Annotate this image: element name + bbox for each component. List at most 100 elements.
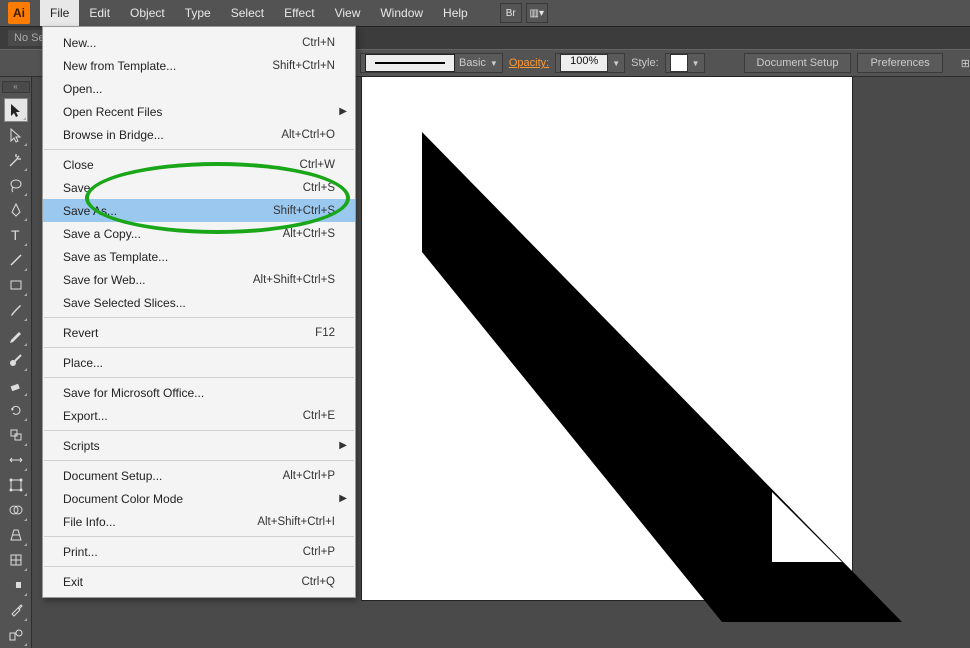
menu-cmd-label: Place... bbox=[63, 356, 103, 370]
menu-item-window[interactable]: Window bbox=[370, 0, 433, 26]
style-combo[interactable]: ▼ bbox=[665, 53, 705, 73]
stroke-style-label: Basic bbox=[459, 57, 486, 69]
menu-item-type[interactable]: Type bbox=[175, 0, 221, 26]
menu-cmd-save-as[interactable]: Save As...Shift+Ctrl+S bbox=[43, 199, 355, 222]
tool-pen[interactable] bbox=[4, 198, 28, 222]
tool-blob-brush[interactable] bbox=[4, 348, 28, 372]
tool-paintbrush[interactable] bbox=[4, 298, 28, 322]
menu-cmd-shortcut: F12 bbox=[315, 327, 335, 339]
bridge-button[interactable]: Br bbox=[500, 3, 522, 23]
menu-cmd-shortcut: Ctrl+Q bbox=[301, 576, 335, 588]
tool-mesh[interactable] bbox=[4, 548, 28, 572]
menu-cmd-save-as-template[interactable]: Save as Template... bbox=[43, 245, 355, 268]
preferences-button[interactable]: Preferences bbox=[857, 53, 942, 73]
menu-cmd-browse-in-bridge[interactable]: Browse in Bridge... Alt+Ctrl+O bbox=[43, 123, 355, 146]
menu-separator bbox=[44, 536, 354, 537]
menu-cmd-new-from-template[interactable]: New from Template...Shift+Ctrl+N bbox=[43, 54, 355, 77]
menu-cmd-close[interactable]: CloseCtrl+W bbox=[43, 153, 355, 176]
menu-cmd-scripts[interactable]: Scripts▶ bbox=[43, 434, 355, 457]
menu-cmd-label: Document Setup... bbox=[63, 469, 162, 483]
menu-cmd-shortcut: Ctrl+W bbox=[300, 159, 335, 171]
svg-text:T: T bbox=[11, 227, 20, 243]
menu-cmd-label: Save as Template... bbox=[63, 250, 168, 264]
menu-cmd-revert[interactable]: RevertF12 bbox=[43, 321, 355, 344]
menu-cmd-shortcut: Alt+Ctrl+O bbox=[281, 129, 335, 141]
tool-free-transform[interactable] bbox=[4, 473, 28, 497]
menu-cmd-label: Browse in Bridge... bbox=[63, 128, 164, 142]
stroke-style-combo[interactable]: Basic ▼ bbox=[360, 53, 503, 73]
tool-rotate[interactable] bbox=[4, 398, 28, 422]
menu-cmd-place[interactable]: Place... bbox=[43, 351, 355, 374]
menu-separator bbox=[44, 149, 354, 150]
menu-cmd-save-for-web[interactable]: Save for Web...Alt+Shift+Ctrl+S bbox=[43, 268, 355, 291]
menu-item-select[interactable]: Select bbox=[221, 0, 274, 26]
menu-cmd-label: Save for Web... bbox=[63, 273, 145, 287]
chevron-down-icon: ▼ bbox=[612, 59, 620, 68]
menu-separator bbox=[44, 430, 354, 431]
menu-cmd-save-a-copy[interactable]: Save a Copy...Alt+Ctrl+S bbox=[43, 222, 355, 245]
menu-cmd-open-recent-files[interactable]: Open Recent Files▶ bbox=[43, 100, 355, 123]
document-setup-button[interactable]: Document Setup bbox=[744, 53, 852, 73]
menu-cmd-open[interactable]: Open... bbox=[43, 77, 355, 100]
submenu-arrow-icon: ▶ bbox=[339, 493, 347, 504]
chevron-down-icon: ▼ bbox=[692, 59, 700, 68]
menu-cmd-document-setup[interactable]: Document Setup...Alt+Ctrl+P bbox=[43, 464, 355, 487]
menu-cmd-shortcut: Ctrl+N bbox=[302, 37, 335, 49]
menu-cmd-label: Document Color Mode bbox=[63, 492, 183, 506]
tool-eraser[interactable] bbox=[4, 373, 28, 397]
menu-cmd-print[interactable]: Print... Ctrl+P bbox=[43, 540, 355, 563]
menu-cmd-label: Print... bbox=[63, 545, 98, 559]
tool-magic-wand[interactable] bbox=[4, 148, 28, 172]
menu-cmd-label: New... bbox=[63, 36, 96, 50]
menu-cmd-shortcut: Alt+Shift+Ctrl+I bbox=[257, 516, 335, 528]
tool-gradient[interactable] bbox=[4, 573, 28, 597]
menu-cmd-exit[interactable]: Exit Ctrl+Q bbox=[43, 570, 355, 593]
tool-lasso[interactable] bbox=[4, 173, 28, 197]
tool-shape-builder[interactable] bbox=[4, 498, 28, 522]
menu-cmd-document-color-mode[interactable]: Document Color Mode ▶ bbox=[43, 487, 355, 510]
align-button[interactable]: ⊞ bbox=[961, 57, 970, 70]
menu-item-file[interactable]: File bbox=[40, 0, 79, 26]
menu-cmd-label: Save a Copy... bbox=[63, 227, 141, 241]
opacity-combo[interactable]: 100% ▼ bbox=[555, 53, 625, 73]
menu-item-help[interactable]: Help bbox=[433, 0, 478, 26]
layout-button[interactable]: ▥▾ bbox=[526, 3, 548, 23]
artwork-triangle bbox=[422, 132, 902, 622]
toolbox-toggle[interactable]: « bbox=[2, 81, 30, 93]
tool-pencil[interactable] bbox=[4, 323, 28, 347]
tool-type[interactable]: T bbox=[4, 223, 28, 247]
menu-cmd-save-selected-slices[interactable]: Save Selected Slices... bbox=[43, 291, 355, 314]
menu-cmd-shortcut: Ctrl+P bbox=[303, 546, 335, 558]
menu-item-view[interactable]: View bbox=[325, 0, 371, 26]
menu-separator bbox=[44, 566, 354, 567]
style-swatch bbox=[670, 54, 688, 72]
menu-item-effect[interactable]: Effect bbox=[274, 0, 324, 26]
style-label: Style: bbox=[631, 57, 659, 69]
menu-cmd-file-info[interactable]: File Info... Alt+Shift+Ctrl+I bbox=[43, 510, 355, 533]
menu-cmd-label: New from Template... bbox=[63, 59, 176, 73]
menu-cmd-label: Exit bbox=[63, 575, 83, 589]
menu-separator bbox=[44, 460, 354, 461]
menu-cmd-save[interactable]: Save Ctrl+S bbox=[43, 176, 355, 199]
menu-cmd-export[interactable]: Export...Ctrl+E bbox=[43, 404, 355, 427]
submenu-arrow-icon: ▶ bbox=[339, 440, 347, 451]
opacity-label[interactable]: Opacity: bbox=[509, 57, 549, 69]
tool-direct-selection[interactable] bbox=[4, 123, 28, 147]
tool-selection[interactable] bbox=[4, 98, 28, 122]
menu-item-edit[interactable]: Edit bbox=[79, 0, 120, 26]
tool-eyedropper[interactable] bbox=[4, 598, 28, 622]
tool-rectangle[interactable] bbox=[4, 273, 28, 297]
tool-width[interactable] bbox=[4, 448, 28, 472]
menu-cmd-new[interactable]: New... Ctrl+N bbox=[43, 31, 355, 54]
tool-line[interactable] bbox=[4, 248, 28, 272]
menu-cmd-label: Save bbox=[63, 181, 90, 195]
menu-cmd-label: File Info... bbox=[63, 515, 116, 529]
tool-scale[interactable] bbox=[4, 423, 28, 447]
menu-cmd-label: Save for Microsoft Office... bbox=[63, 386, 204, 400]
menu-cmd-label: Open Recent Files bbox=[63, 105, 162, 119]
menu-item-object[interactable]: Object bbox=[120, 0, 175, 26]
tool-perspective[interactable] bbox=[4, 523, 28, 547]
menu-cmd-save-for-microsoft-office[interactable]: Save for Microsoft Office... bbox=[43, 381, 355, 404]
tool-blend[interactable] bbox=[4, 623, 28, 647]
menu-cmd-shortcut: Ctrl+S bbox=[303, 182, 335, 194]
